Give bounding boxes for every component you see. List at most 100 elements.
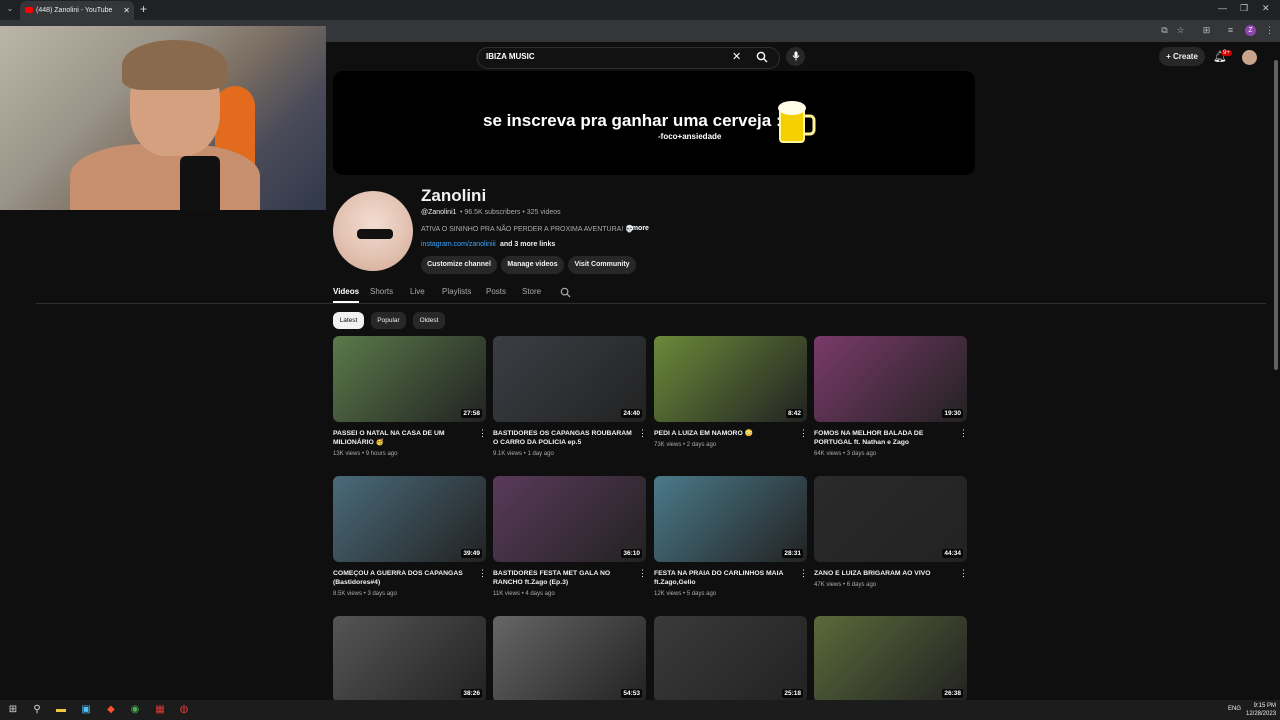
video-thumbnail[interactable]: 24:40 [493,336,646,422]
video-thumbnail[interactable]: 8:42 [654,336,807,422]
search-input[interactable]: IBIZA MUSIC [486,52,535,61]
video-more-options-icon[interactable]: ⋮ [478,428,487,439]
video-thumbnail[interactable]: 54:53 [493,616,646,702]
video-thumbnail[interactable]: 26:38 [814,616,967,702]
visit-community-button[interactable]: Visit Community [568,256,636,274]
video-card[interactable]: 54:53 [493,616,646,702]
video-more-options-icon[interactable]: ⋮ [799,428,808,439]
video-more-options-icon[interactable]: ⋮ [959,568,968,579]
video-thumbnail[interactable]: 44:34 [814,476,967,562]
video-card[interactable]: 44:34 ZANO E LUIZA BRIGARAM AO VIVO 47K vi… [814,476,968,588]
taskbar-clock[interactable]: 9:15 PM 12/28/2023 [1246,702,1276,718]
video-thumbnail[interactable]: 19:30 [814,336,967,422]
video-title[interactable]: FOMOS NA MELHOR BALADA DE PORTUGAL ft. N… [814,429,954,447]
video-more-options-icon[interactable]: ⋮ [959,428,968,439]
video-thumbnail[interactable]: 39:49 [333,476,486,562]
video-card[interactable]: 27:58 PASSEI O NATAL NA CASA DE UM MILION… [333,336,487,457]
video-more-options-icon[interactable]: ⋮ [799,568,808,579]
video-title[interactable]: FESTA NA PRAIA DO CARLINHOS MAIA ft.Zago… [654,569,794,587]
video-card[interactable]: 19:30 FOMOS NA MELHOR BALADA DE PORTUGAL … [814,336,968,457]
search-icon[interactable] [752,47,772,67]
streamer-hair [122,40,227,90]
video-more-options-icon[interactable]: ⋮ [478,568,487,579]
more-links-link[interactable]: and 3 more links [500,241,555,248]
video-card[interactable]: 25:18 [654,616,807,702]
video-card[interactable]: 36:10 BASTIDORES FESTA MET GALA NO RANCHO… [493,476,647,597]
channel-description[interactable]: ATIVA O SININHO PRA NÃO PERDER A PROXIMA… [421,225,634,233]
channel-instagram-link[interactable]: instagram.com/zanoliniii [421,241,496,248]
video-card[interactable]: 26:38 [814,616,967,702]
maximize-icon[interactable]: ❐ [1240,3,1248,14]
customize-channel-button[interactable]: Customize channel [421,256,497,274]
filter-latest-chip[interactable]: Latest [333,312,364,329]
tab-store[interactable]: Store [522,287,541,296]
app-icon[interactable]: ▦ [153,703,167,717]
create-button[interactable]: + Create [1159,47,1205,66]
taskbar-search-icon[interactable]: ⚲ [30,703,44,717]
video-title[interactable]: PEDI A LUIZA EM NAMORO 😳 [654,429,794,438]
avatar-sunglasses [357,229,393,239]
video-more-options-icon[interactable]: ⋮ [638,428,647,439]
store-app-icon[interactable]: ▣ [79,703,93,717]
video-thumbnail[interactable]: 25:18 [654,616,807,702]
tab-videos[interactable]: Videos [333,287,359,296]
browser-tab[interactable]: (448) Zanolini - YouTube ✕ [20,1,134,20]
video-title[interactable]: COMEÇOU A GUERRA DOS CAPANGAS (Bastidore… [333,569,473,587]
video-duration: 27:58 [461,409,482,418]
streamer-microphone [180,156,220,210]
browser-profile-avatar[interactable]: Z [1245,25,1256,36]
youtube-favicon-icon [25,7,33,13]
close-window-icon[interactable]: ✕ [1262,3,1270,14]
clock-date: 12/28/2023 [1246,711,1277,717]
video-thumbnail[interactable]: 36:10 [493,476,646,562]
video-thumbnail[interactable]: 27:58 [333,336,486,422]
video-card[interactable]: 38:26 [333,616,486,702]
video-meta: 13K views • 9 hours ago [333,451,398,457]
filter-popular-chip[interactable]: Popular [371,312,406,329]
windows-start-icon[interactable]: ⊞ [6,703,20,717]
new-tab-button[interactable]: + [140,2,147,16]
clear-search-icon[interactable]: ✕ [732,50,741,63]
bookmark-star-icon[interactable]: ☆ [1175,25,1186,36]
minimize-icon[interactable]: — [1218,3,1227,13]
video-card[interactable]: 39:49 COMEÇOU A GUERRA DOS CAPANGAS (Bast… [333,476,487,597]
filter-oldest-chip[interactable]: Oldest [413,312,445,329]
user-avatar[interactable] [1242,50,1257,65]
channel-avatar[interactable] [333,191,413,271]
video-card[interactable]: 8:42 PEDI A LUIZA EM NAMORO 😳 73K views • … [654,336,808,448]
extensions-icon[interactable]: ⊞ [1201,25,1212,36]
video-more-options-icon[interactable]: ⋮ [638,568,647,579]
tab-live[interactable]: Live [410,287,425,296]
browser-tab-bar [0,0,1280,20]
brave-browser-icon[interactable]: ◆ [104,703,118,717]
manage-videos-button[interactable]: Manage videos [501,256,564,274]
language-indicator[interactable]: ENG [1228,706,1241,712]
menu-list-icon[interactable]: ≡ [1225,25,1236,36]
notification-count-badge: 9+ [1221,50,1232,56]
video-thumbnail[interactable]: 38:26 [333,616,486,702]
video-meta: 12K views • 5 days ago [654,591,717,597]
beer-mug-icon [778,101,816,143]
video-title[interactable]: BASTIDORES OS CAPANGAS ROUBARAM O CARRO … [493,429,633,447]
tab-playlists[interactable]: Playlists [442,287,471,296]
video-title[interactable]: ZANO E LUIZA BRIGARAM AO VIVO [814,569,954,578]
video-card[interactable]: 28:31 FESTA NA PRAIA DO CARLINHOS MAIA ft… [654,476,808,597]
video-title[interactable]: PASSEI O NATAL NA CASA DE UM MILIONÁRIO … [333,429,473,447]
video-thumbnail[interactable]: 28:31 [654,476,807,562]
channel-search-icon[interactable] [560,287,571,301]
chrome-browser-icon[interactable]: ◉ [128,703,142,717]
scrollbar-thumb[interactable] [1274,60,1278,370]
voice-search-mic-icon[interactable] [786,47,805,66]
tab-title: (448) Zanolini - YouTube [36,7,113,14]
close-tab-icon[interactable]: ✕ [123,1,130,20]
obs-app-icon[interactable]: ◍ [177,703,191,717]
video-title[interactable]: BASTIDORES FESTA MET GALA NO RANCHO ft.Z… [493,569,633,587]
browser-menu-icon[interactable]: ⋮ [1264,25,1275,36]
tab-posts[interactable]: Posts [486,287,506,296]
video-card[interactable]: 24:40 BASTIDORES OS CAPANGAS ROUBARAM O C… [493,336,647,457]
tab-shorts[interactable]: Shorts [370,287,393,296]
tab-list-icon[interactable]: ⌄ [4,4,16,16]
cast-icon[interactable]: ⧉ [1159,25,1170,36]
file-explorer-icon[interactable]: ▬ [54,703,68,717]
description-more-link[interactable]: ...more [626,225,649,232]
